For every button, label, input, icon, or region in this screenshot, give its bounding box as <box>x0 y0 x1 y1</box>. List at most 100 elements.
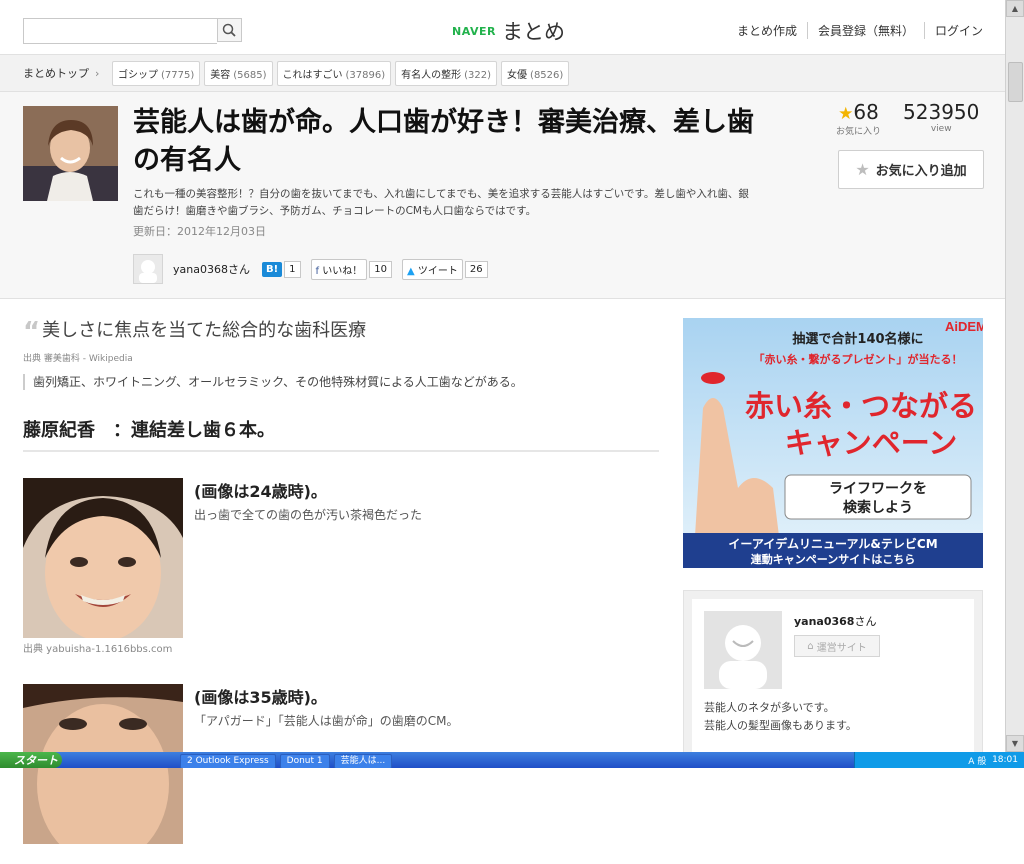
taskbar-tasks: 2 Outlook Express Donut 1 芸能人は... <box>180 754 393 768</box>
hatena-count: 1 <box>284 260 301 278</box>
ime-indicator[interactable]: A 般 <box>968 754 986 767</box>
profile-name[interactable]: yana0368さん <box>794 613 876 629</box>
author-avatar[interactable] <box>133 254 163 284</box>
tweet-button[interactable]: ▲ ツイート <box>401 258 463 280</box>
taskbar-item[interactable]: Donut 1 <box>279 754 330 768</box>
author-profile-box: yana0368さん ⌂ 運営サイト 芸能人のネタが多いです。 芸能人の髪型画像… <box>683 590 983 760</box>
category-bar: まとめトップ › ゴシップ (7775) 美容 (5685) これはすごい (37896… <box>0 55 1005 92</box>
quote-source[interactable]: 出典 審美歯科 - Wikipedia <box>23 351 659 364</box>
favorites-stat: ★68 お気に入り <box>836 100 881 137</box>
fav-label: お気に入り <box>836 127 882 137</box>
vertical-scrollbar[interactable]: ▲ ▼ <box>1005 0 1024 752</box>
facebook-icon: f <box>315 265 320 277</box>
item-note: 出っ歯で全ての歯の色が汚い茶褐色だった <box>194 508 423 522</box>
breadcrumb: まとめトップ › <box>23 65 99 81</box>
category-label: 女優 <box>507 70 528 81</box>
windows-taskbar: スタート 2 Outlook Express Donut 1 芸能人は... A… <box>0 752 1024 768</box>
operated-site-label: 運営サイト <box>816 642 867 654</box>
category-label: これはすごい <box>282 70 343 81</box>
search-button[interactable] <box>217 18 242 42</box>
scroll-up-arrow-icon[interactable]: ▲ <box>1006 0 1024 17</box>
category-tag[interactable]: 有名人の整形 (322) <box>395 61 498 86</box>
item-caption: (画像は35歳時)。 <box>194 688 327 707</box>
facebook-like-button[interactable]: f いいね！ <box>310 258 368 280</box>
category-count: (5685) <box>233 70 267 81</box>
category-tag[interactable]: これはすごい (37896) <box>276 61 392 86</box>
tweet-label: ツイート <box>417 265 458 277</box>
ad-brand: AiDEM <box>945 319 983 334</box>
category-label: ゴシップ <box>118 70 158 81</box>
create-matome-link[interactable]: まとめ作成 <box>727 22 808 39</box>
profile-description: 芸能人のネタが多いです。 芸能人の髪型画像もあります。 <box>704 699 857 735</box>
ad-line1: 抽選で合計140名様に <box>792 331 923 347</box>
tweet-count: 26 <box>464 260 488 278</box>
facebook-like[interactable]: f いいね！ 10 <box>310 258 392 280</box>
logo-naver: NAVER <box>452 24 496 38</box>
naver-matome-logo[interactable]: NAVER まとめ <box>452 16 565 46</box>
list-item: (画像は35歳時)。 「アパガード」「芸能人は歯が命」の歯磨のCM。 <box>23 684 659 864</box>
like-label: いいね！ <box>322 265 363 277</box>
top-links: まとめ作成 会員登録（無料） ログイン <box>727 22 983 39</box>
article-thumbnail[interactable] <box>23 106 118 201</box>
profile-name-text: yana0368 <box>794 615 855 628</box>
author-name[interactable]: yana0368さん <box>173 261 250 277</box>
category-count: (37896) <box>345 70 386 81</box>
quote-mark-icon: “ <box>23 317 41 347</box>
breadcrumb-top-link[interactable]: まとめトップ <box>23 67 89 80</box>
view-label: view <box>930 124 952 134</box>
category-label: 有名人の整形 <box>401 70 462 81</box>
ad-cta1: ライフワークを <box>829 481 927 497</box>
category-count: (322) <box>464 70 492 81</box>
star-outline-icon: ★ <box>855 160 870 179</box>
login-link[interactable]: ログイン <box>925 22 983 39</box>
ad-headline1: 赤い糸・つながる <box>745 389 977 423</box>
register-link[interactable]: 会員登録（無料） <box>808 22 925 39</box>
view-count: 523950 <box>903 100 980 124</box>
fav-count: 68 <box>853 100 879 124</box>
profile-avatar[interactable] <box>704 611 782 689</box>
like-count: 10 <box>369 260 392 278</box>
scroll-thumb[interactable] <box>1008 62 1023 102</box>
twitter-tweet[interactable]: ▲ ツイート 26 <box>401 258 488 280</box>
ad-line2: 「赤い糸・繋がるプレゼント」が当たる！ <box>754 352 963 366</box>
search-input[interactable] <box>23 18 217 44</box>
add-favorite-label: お気に入り追加 <box>875 164 967 179</box>
system-tray: A 般 18:01 <box>854 752 1024 768</box>
category-tag[interactable]: 美容 (5685) <box>204 61 273 86</box>
clock: 18:01 <box>992 755 1018 765</box>
profile-san: さん <box>854 615 877 628</box>
item-caption: (画像は24歳時)。 <box>194 482 327 501</box>
advertisement-banner[interactable]: AiDEM 抽選で合計140名様に 「赤い糸・繋がるプレゼント」が当たる！ 赤い… <box>683 318 983 568</box>
category-tag[interactable]: ゴシップ (7775) <box>112 61 201 86</box>
category-label: 美容 <box>210 70 231 81</box>
operated-site-button[interactable]: ⌂ 運営サイト <box>794 635 880 657</box>
add-favorite-button[interactable]: ★ お気に入り追加 <box>838 150 984 189</box>
category-tag[interactable]: 女優 (8526) <box>501 61 570 86</box>
top-bar: NAVER まとめ まとめ作成 会員登録（無料） ログイン <box>0 0 1005 55</box>
category-tags: ゴシップ (7775) 美容 (5685) これはすごい (37896) 有名人の整形… <box>112 61 570 86</box>
hatena-bookmark[interactable]: B! 1 <box>261 260 301 278</box>
ad-headline2: キャンペーン <box>785 426 958 460</box>
updated-date: 更新日：2012年12月03日 <box>133 225 266 238</box>
scroll-down-arrow-icon[interactable]: ▼ <box>1006 735 1024 752</box>
quote-title: “美しさに焦点を当てた総合的な歯科医療 <box>23 318 659 345</box>
start-button[interactable]: スタート <box>0 752 62 768</box>
ad-footer1: イーアイデムリニューアル&テレビCM <box>728 536 937 551</box>
profile-desc-line: 芸能人の髪型画像もあります。 <box>704 719 857 732</box>
twitter-bird-icon: ▲ <box>406 265 415 277</box>
profile-card: yana0368さん ⌂ 運営サイト 芸能人のネタが多いです。 芸能人の髪型画像… <box>692 599 974 759</box>
taskbar-item[interactable]: 2 Outlook Express <box>180 754 276 768</box>
category-count: (8526) <box>530 70 564 81</box>
taskbar-item[interactable]: 芸能人は... <box>333 754 393 768</box>
ad-footer2: 連動キャンペーンサイトはこちら <box>751 552 915 566</box>
logo-matome: まとめ <box>501 20 565 44</box>
main-content: “美しさに焦点を当てた総合的な歯科医療 出典 審美歯科 - Wikipedia … <box>23 318 659 864</box>
author-row: yana0368さん B! 1 f いいね！ 10 ▲ ツイート 26 <box>133 254 498 284</box>
hatena-icon: B! <box>261 261 283 277</box>
chevron-right-icon: › <box>95 67 100 80</box>
star-icon: ★ <box>838 104 854 124</box>
article-stats: ★68 お気に入り 523950 view <box>836 100 979 137</box>
article-title: 芸能人は歯が命。人口歯が好き！審美治療、差し歯の有名人 <box>133 107 754 176</box>
item-image[interactable] <box>23 478 183 638</box>
item-source[interactable]: 出典 yabuisha-1.1616bbs.com <box>23 640 172 655</box>
